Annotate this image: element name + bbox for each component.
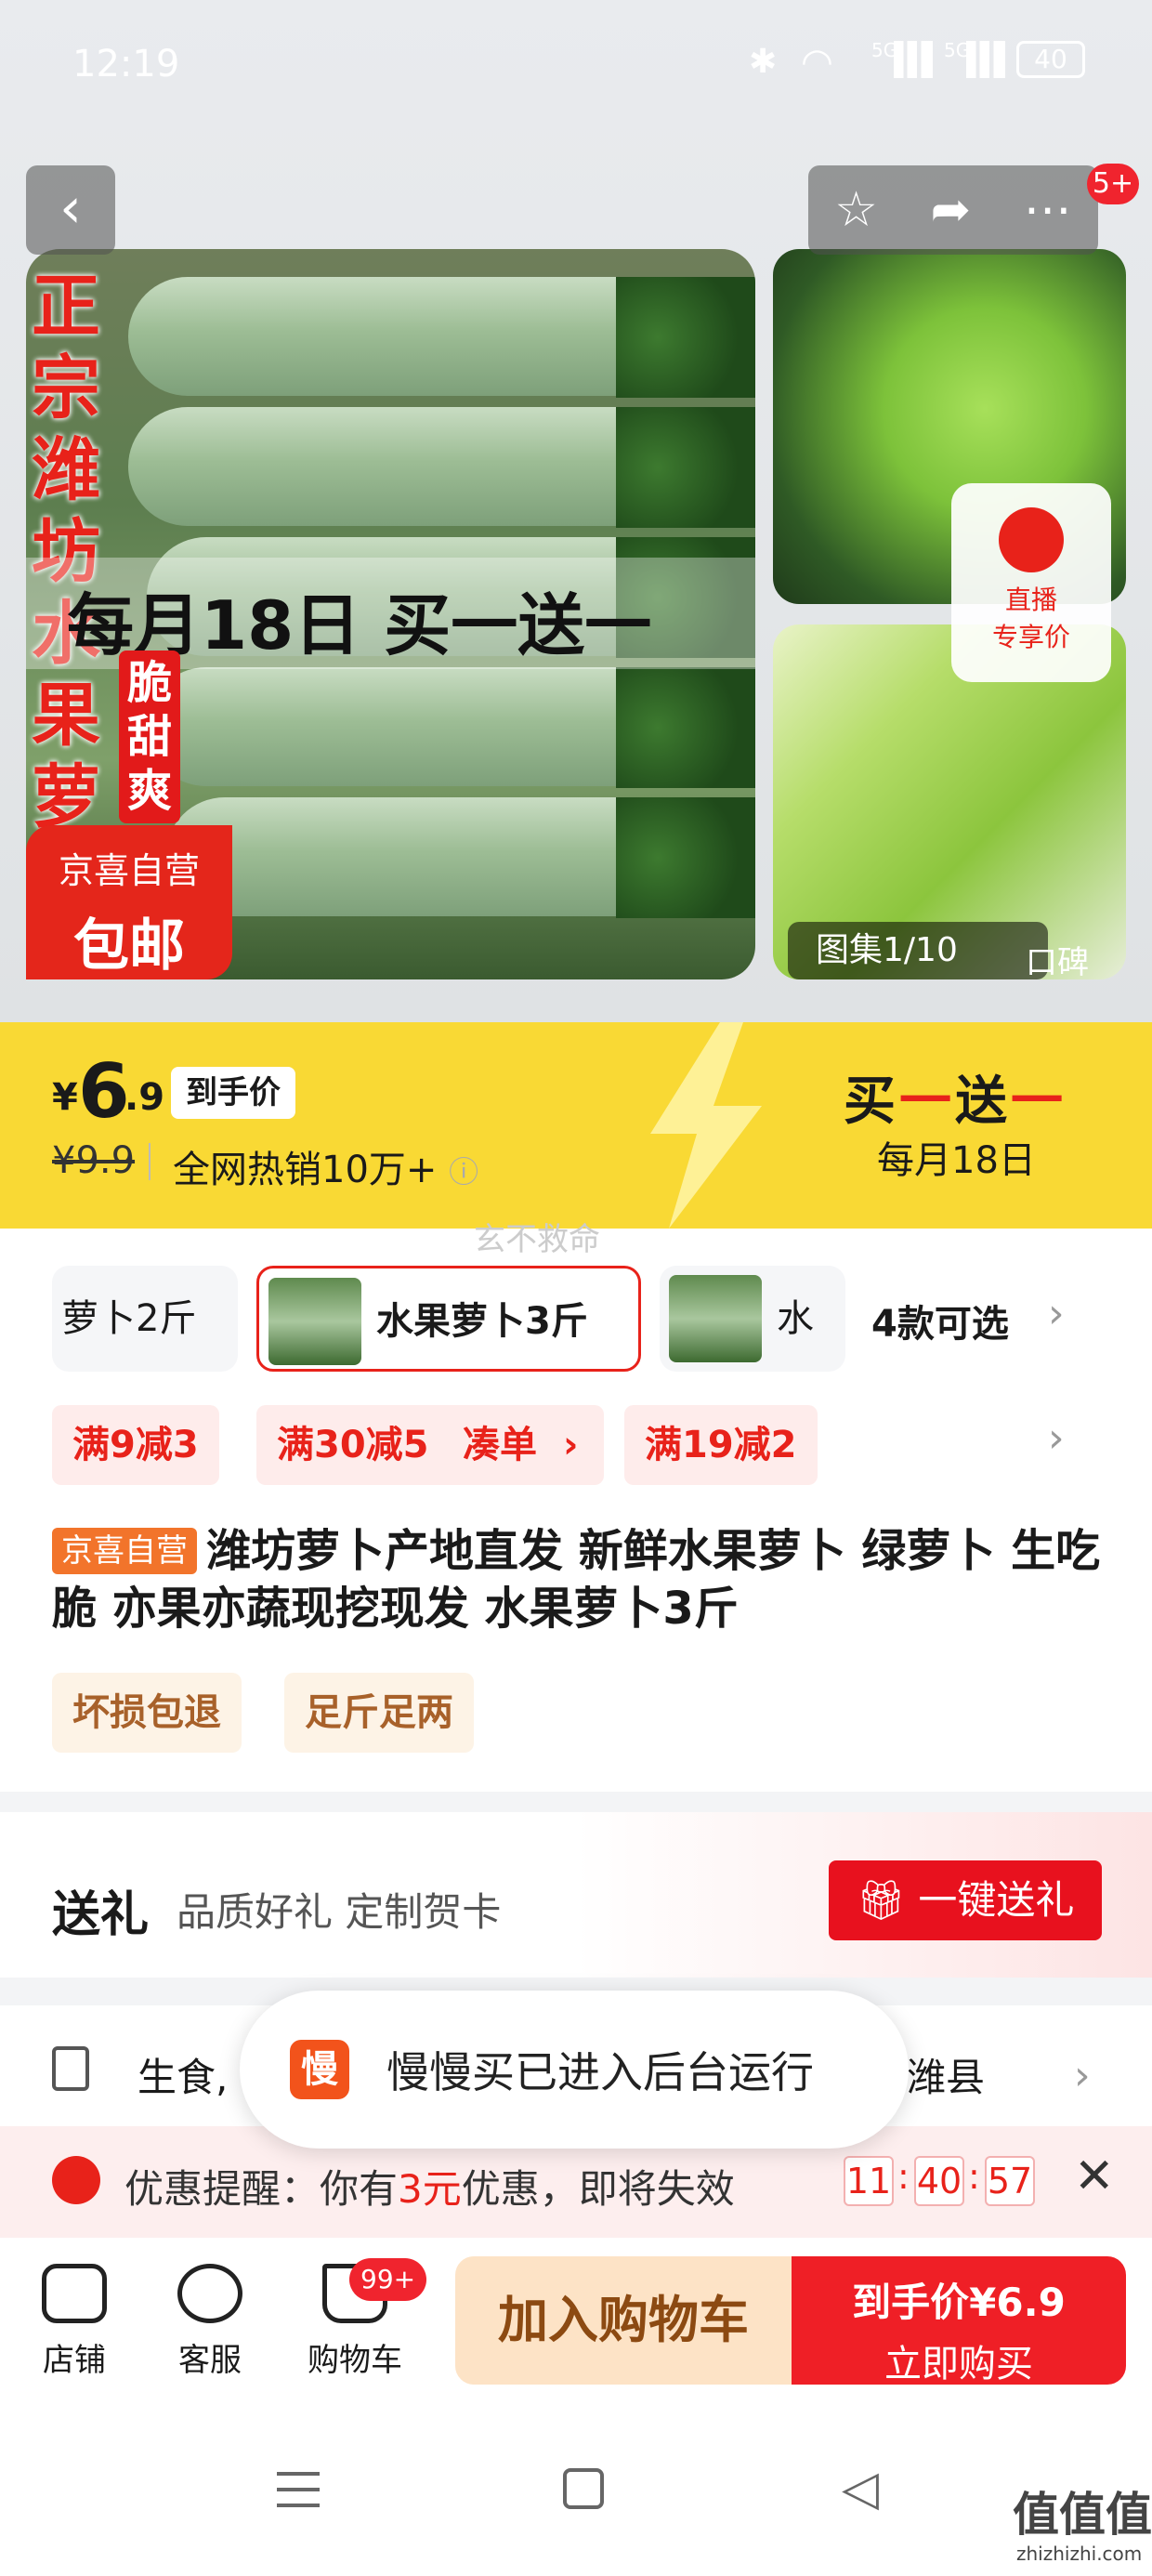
lightning-icon (650, 1022, 762, 1229)
reminder-text: 优惠提醒：你有3元优惠，即将失效 (124, 2166, 735, 2212)
share-icon[interactable]: ➦ (931, 182, 972, 238)
store-label: 店铺 (43, 2342, 106, 2379)
spec-thumbnail (669, 1275, 762, 1362)
chevron-right-icon[interactable]: › (1048, 1290, 1065, 1337)
price-decimal: .9 (124, 1076, 165, 1119)
spec-option[interactable]: 水果 (660, 1266, 845, 1372)
final-price-tag: 到手价 (171, 1067, 295, 1119)
buy-one-get-one-label: 买一送一 (844, 1071, 1067, 1132)
service-badge: 足斤足两 (284, 1673, 474, 1753)
original-price: ¥9.9 (52, 1139, 136, 1182)
customer-service-label: 客服 (178, 2342, 242, 2379)
price-currency: ¥ (52, 1076, 78, 1119)
gallery-counter[interactable]: 图集1/10 (788, 922, 1048, 979)
site-watermark: 值值值 (1013, 2488, 1152, 2542)
chat-icon (177, 2264, 242, 2323)
chevron-right-icon[interactable]: › (1048, 1414, 1065, 1462)
more-icon[interactable]: ⋯ (1024, 182, 1072, 238)
star-icon[interactable]: ☆ (834, 182, 878, 238)
self-tag-line1: 京喜自营 (58, 850, 200, 891)
toast-text: 慢慢买已进入后台运行 (386, 2047, 814, 2097)
shipping-info-left: 生食, (137, 2055, 229, 2100)
spec-option[interactable]: 萝卜2斤 (52, 1266, 238, 1372)
battery-icon: 40 (1016, 41, 1085, 78)
live-label-1: 直播 (1004, 585, 1057, 615)
cart-label: 购物车 (308, 2342, 402, 2379)
status-time: 12:19 (72, 43, 180, 85)
site-watermark-url: zhizhizhi.com (1016, 2543, 1143, 2565)
send-gift-button[interactable]: 🎁︎ 一键送礼 (829, 1860, 1102, 1940)
home-icon[interactable] (563, 2468, 604, 2509)
shipping-info-right: 潍县 (907, 2055, 986, 2100)
timer-hours: 11 (844, 2156, 894, 2206)
gift-subtitle: 品质好礼 定制贺卡 (177, 1889, 502, 1935)
customer-service-button[interactable]: 客服 (154, 2264, 266, 2380)
buy-now-button[interactable]: 到手价¥6.9 立即购买 (792, 2256, 1126, 2385)
crisp-sweet-tag: 脆甜爽 (119, 651, 180, 823)
add-on-link[interactable]: 凑单 (463, 1405, 537, 1485)
spec-option-selected[interactable]: 水果萝卜3斤 (256, 1266, 641, 1372)
self-operated-tag: 京喜自营 (52, 1528, 197, 1574)
spec-count[interactable]: 4款可选 (871, 1294, 1009, 1347)
chevron-right-icon: › (563, 1424, 579, 1466)
coupon[interactable]: 满19减2 (624, 1405, 818, 1485)
live-exclusive-price-button[interactable]: 直播 专享价 (951, 483, 1111, 682)
system-navigation-bar: ◁ 值值值 zhizhizhi.com (0, 2405, 1152, 2576)
gift-title: 送礼 (52, 1887, 150, 1943)
signal-icon (894, 41, 933, 78)
coupon[interactable]: 满9减3 (52, 1405, 219, 1485)
section-divider (0, 1792, 1152, 1812)
document-icon (52, 2046, 89, 2091)
wifi-icon: ◠ (801, 41, 833, 84)
chevron-left-icon: ‹ (59, 176, 82, 241)
divider (149, 1143, 151, 1180)
buy-price-label: 到手价¥6.9 (852, 2280, 1066, 2325)
clock-icon (52, 2156, 100, 2204)
buy-now-label: 立即购买 (884, 2343, 1033, 2385)
chevron-right-icon: › (1074, 2052, 1091, 2099)
background-running-toast: 慢 慢慢买已进入后台运行 (240, 1991, 909, 2149)
store-button[interactable]: 店铺 (19, 2264, 130, 2380)
status-bar: 12:19 ✱ ◠ 5G 5G 40 (0, 28, 1152, 112)
reputation-label: 口碑 (1026, 944, 1089, 981)
spec-thumbnail (268, 1278, 361, 1365)
back-triangle-icon[interactable]: ◁ (842, 2461, 879, 2517)
promo-date: 每月18日 (877, 1139, 1036, 1182)
live-label-2: 专享价 (991, 622, 1070, 652)
live-icon (999, 507, 1064, 572)
info-icon[interactable]: ⓘ (449, 1154, 478, 1189)
add-to-cart-button[interactable]: 加入购物车 (455, 2256, 792, 2385)
timer-minutes: 40 (914, 2156, 964, 2206)
sales-volume: 全网热销10万+ ⓘ (173, 1149, 479, 1191)
price-integer: 6 (78, 1048, 130, 1135)
timer-seconds: 57 (985, 2156, 1035, 2206)
bluetooth-icon: ✱ (749, 43, 778, 81)
watermark-text: 玄不救命 (474, 1221, 600, 1258)
service-badge: 坏损包退 (52, 1673, 242, 1753)
signal-icon (966, 41, 1005, 78)
notification-badge: 5+ (1087, 164, 1139, 204)
store-icon (42, 2264, 107, 2323)
cart-count-badge: 99+ (349, 2258, 427, 2301)
back-button[interactable]: ‹ (26, 165, 115, 255)
close-icon[interactable]: ✕ (1074, 2149, 1115, 2204)
self-tag-line2: 包邮 (73, 913, 185, 979)
manmanmai-app-icon: 慢 (290, 2040, 349, 2099)
gift-icon: 🎁︎ (856, 1877, 919, 1923)
self-operated-free-shipping-tag: 京喜自营 包邮 (26, 825, 232, 979)
product-title: 京喜自营 潍坊萝卜产地直发 新鲜水果萝卜 绿萝卜 生吃脆 亦果亦蔬现挖现发 水果萝… (52, 1525, 1101, 1635)
top-actions: ☆ ➦ ⋯ (808, 165, 1098, 255)
coupon-with-addon[interactable]: 满30减5 凑单 › (256, 1405, 604, 1485)
